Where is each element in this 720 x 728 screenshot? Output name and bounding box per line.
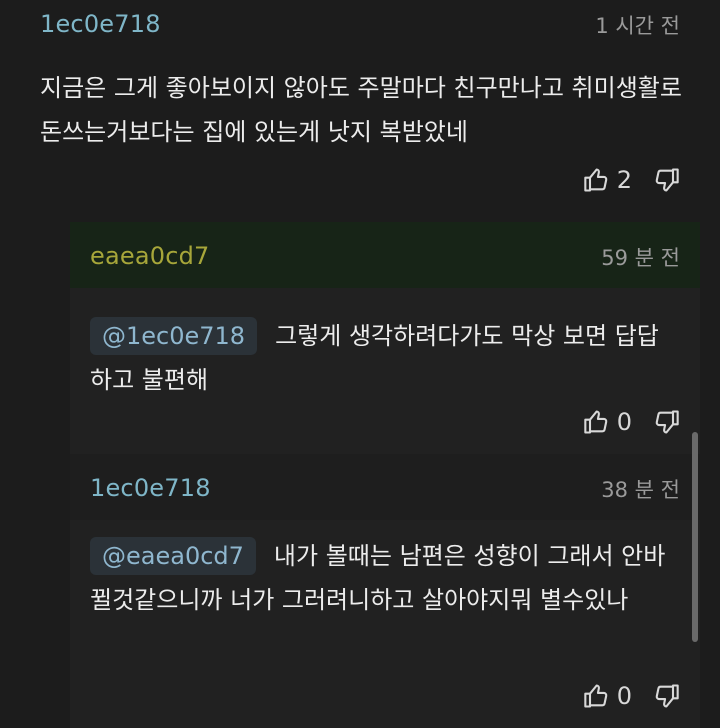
thumbs-down-icon bbox=[652, 408, 680, 436]
like-button[interactable]: 0 bbox=[583, 408, 632, 436]
reply-text-block: @eaea0cd7 내가 볼때는 남편은 성향이 그래서 안바뀔것같으니까 너가 … bbox=[90, 534, 680, 622]
reply-body: @1ec0e718 그렇게 생각하려다가도 막상 보면 답답하고 불편해 0 bbox=[70, 288, 700, 454]
comment-author[interactable]: 1ec0e718 bbox=[40, 10, 161, 38]
scrollbar[interactable] bbox=[692, 432, 698, 642]
reply-text-block: @1ec0e718 그렇게 생각하려다가도 막상 보면 답답하고 불편해 bbox=[90, 314, 680, 402]
thumbs-up-icon bbox=[583, 682, 611, 710]
like-button[interactable]: 2 bbox=[583, 166, 632, 194]
reply-actions: 0 bbox=[583, 408, 680, 436]
mention-tag[interactable]: @1ec0e718 bbox=[90, 317, 258, 355]
like-count: 0 bbox=[616, 682, 632, 710]
reply-body: @eaea0cd7 내가 볼때는 남편은 성향이 그래서 안바뀔것같으니까 너가 … bbox=[70, 520, 700, 728]
reply-actions: 0 bbox=[583, 682, 680, 710]
reply-timestamp: 38 분 전 bbox=[601, 478, 680, 502]
comment: 1ec0e718 1 시간 전 지금은 그게 좋아보이지 않아도 주말마다 친구… bbox=[0, 0, 720, 222]
reply-header: 1ec0e718 38 분 전 bbox=[70, 454, 700, 520]
reply-header: eaea0cd7 59 분 전 bbox=[70, 222, 700, 288]
reply-timestamp: 59 분 전 bbox=[601, 246, 680, 270]
comment-header: 1ec0e718 1 시간 전 bbox=[0, 0, 720, 62]
comment-text: 지금은 그게 좋아보이지 않아도 주말마다 친구만나고 취미생활로 돈쓰는거보다… bbox=[40, 74, 682, 146]
reply-author[interactable]: 1ec0e718 bbox=[90, 474, 211, 502]
mention-tag[interactable]: @eaea0cd7 bbox=[90, 537, 256, 575]
reply-author[interactable]: eaea0cd7 bbox=[90, 242, 210, 270]
dislike-button[interactable] bbox=[652, 682, 680, 710]
dislike-button[interactable] bbox=[652, 408, 680, 436]
thumbs-down-icon bbox=[652, 166, 680, 194]
like-button[interactable]: 0 bbox=[583, 682, 632, 710]
reply: eaea0cd7 59 분 전 @1ec0e718 그렇게 생각하려다가도 막상 … bbox=[70, 222, 700, 454]
dislike-button[interactable] bbox=[652, 166, 680, 194]
thumbs-down-icon bbox=[652, 682, 680, 710]
thumbs-up-icon bbox=[583, 408, 611, 436]
like-count: 2 bbox=[616, 166, 632, 194]
like-count: 0 bbox=[616, 408, 632, 436]
comment-timestamp: 1 시간 전 bbox=[595, 14, 680, 38]
comment-actions: 2 bbox=[583, 166, 680, 194]
thumbs-up-icon bbox=[583, 166, 611, 194]
reply: 1ec0e718 38 분 전 @eaea0cd7 내가 볼때는 남편은 성향이 … bbox=[70, 454, 700, 728]
